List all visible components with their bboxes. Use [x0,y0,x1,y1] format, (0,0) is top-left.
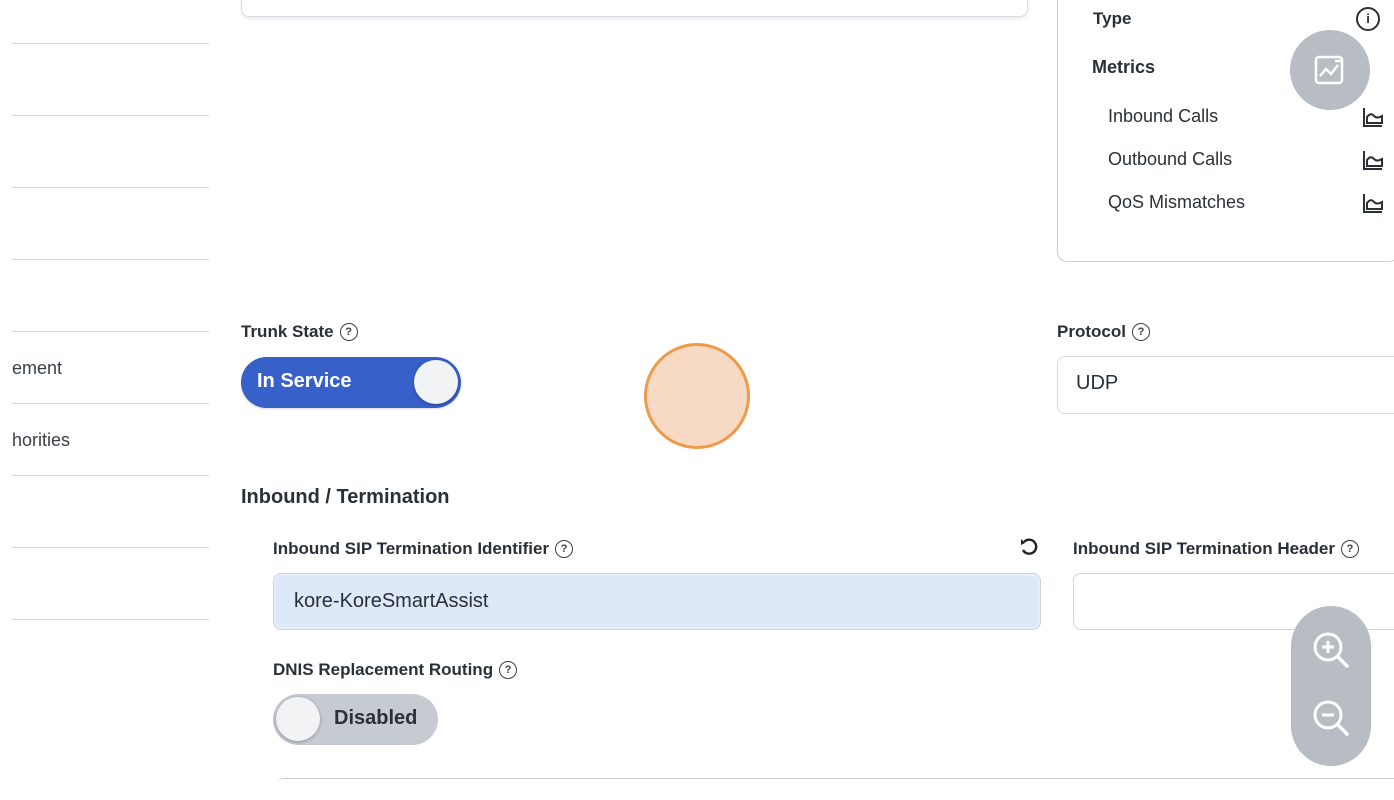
dnis-toggle-label: Disabled [334,707,418,729]
sip-identifier-input[interactable] [273,573,1041,630]
nav-divider [12,187,209,188]
zoom-out-icon[interactable] [1311,698,1351,738]
dnis-label-text: DNIS Replacement Routing [273,660,494,679]
protocol-label-text: Protocol [1057,322,1126,341]
trunk-state-label: Trunk State ? [241,322,358,342]
dnis-label: DNIS Replacement Routing ? [273,660,518,680]
trunk-state-toggle[interactable]: In Service [241,357,461,408]
toggle-knob [276,697,320,741]
trunk-state-label-text: Trunk State [241,322,334,341]
area-chart-icon[interactable] [1362,106,1384,128]
reset-icon[interactable] [1018,536,1040,558]
nav-divider [12,115,209,116]
nav-divider [12,619,209,620]
help-icon[interactable]: ? [499,661,518,679]
help-icon[interactable]: ? [1131,323,1150,341]
area-chart-icon[interactable] [1362,149,1384,171]
protocol-select[interactable]: UDP [1057,356,1394,414]
metric-inbound-calls[interactable]: Inbound Calls [1108,106,1218,127]
nav-divider [12,259,209,260]
info-icon[interactable]: i [1356,7,1380,31]
left-navigation: ement horities [12,0,209,780]
help-icon[interactable]: ? [1340,540,1359,558]
sip-identifier-label: Inbound SIP Termination Identifier ? [273,539,574,559]
nav-divider [12,43,209,44]
sip-header-label: Inbound SIP Termination Header ? [1073,539,1359,559]
zoom-in-icon[interactable] [1311,630,1351,670]
help-icon[interactable]: ? [555,540,574,558]
nav-divider [12,547,209,548]
chart-image-icon [1314,55,1344,85]
type-label: Type [1093,9,1132,28]
nav-item-authorities[interactable]: horities [12,430,70,451]
nav-divider [12,331,209,332]
zoom-controls [1291,606,1371,766]
sip-identifier-label-text: Inbound SIP Termination Identifier [273,539,550,558]
touch-indicator [644,343,750,449]
protocol-label: Protocol ? [1057,322,1150,342]
help-icon[interactable]: ? [339,323,358,341]
inbound-section-title: Inbound / Termination [241,486,450,508]
app-frame: ement horities Type i Metrics Inbound Ca… [0,0,1394,800]
chart-fab-button[interactable] [1290,30,1370,110]
toggle-knob [414,360,458,404]
metrics-heading: Metrics [1092,57,1156,77]
dnis-toggle[interactable]: Disabled [273,694,438,745]
metric-outbound-calls[interactable]: Outbound Calls [1108,149,1232,170]
nav-item-management[interactable]: ement [12,358,62,379]
top-input-field[interactable] [241,0,1028,17]
nav-divider [12,403,209,404]
area-chart-icon[interactable] [1362,192,1384,214]
metric-qos-mismatches[interactable]: QoS Mismatches [1108,192,1245,213]
nav-divider [12,475,209,476]
next-section-border [278,778,1394,783]
protocol-value: UDP [1076,372,1119,394]
sip-header-label-text: Inbound SIP Termination Header [1073,539,1335,558]
trunk-state-toggle-label: In Service [257,370,352,392]
